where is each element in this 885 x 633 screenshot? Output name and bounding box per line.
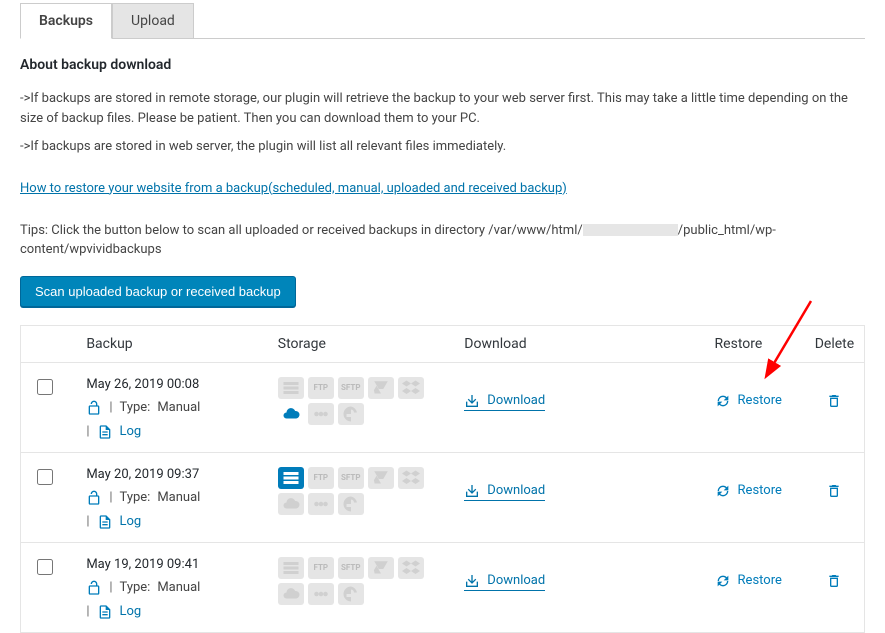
separator: | <box>86 514 89 529</box>
desc-remote: ->If backups are stored in remote storag… <box>20 89 865 128</box>
delete-button[interactable] <box>826 573 842 589</box>
download-button[interactable]: Download <box>464 573 545 591</box>
document-icon <box>97 604 113 620</box>
ftp-icon: FTP <box>308 467 334 489</box>
refresh-icon <box>715 573 731 589</box>
unlock-icon <box>86 580 102 596</box>
dropbox-icon <box>398 557 424 579</box>
restore-button[interactable]: Restore <box>715 573 782 589</box>
dropbox-icon <box>398 377 424 399</box>
log-link[interactable]: Log <box>120 514 142 529</box>
separator: | <box>109 400 112 415</box>
col-header-delete: Delete <box>805 336 864 352</box>
download-label: Download <box>487 393 545 408</box>
restore-button[interactable]: Restore <box>715 393 782 409</box>
trash-icon <box>826 483 842 499</box>
gdrive-icon <box>368 557 394 579</box>
refresh-icon <box>715 483 731 499</box>
download-icon <box>464 393 480 409</box>
section-title: About backup download <box>20 57 865 73</box>
scan-button[interactable]: Scan uploaded backup or received backup <box>20 276 296 307</box>
table-row: May 19, 2019 09:41 | Type: Manual | Log … <box>21 542 864 632</box>
sftp-icon: SFTP <box>338 467 364 489</box>
backup-date: May 20, 2019 09:37 <box>86 467 261 482</box>
col-header-restore: Restore <box>707 336 805 352</box>
cloud-icon <box>278 493 304 515</box>
separator: | <box>86 604 89 619</box>
backup-table: May 26, 2019 00:08 | Type: Manual | Log … <box>20 363 865 633</box>
col-header-storage: Storage <box>270 336 457 352</box>
type-value: Manual <box>157 580 200 595</box>
trash-icon <box>826 393 842 409</box>
trash-icon <box>826 573 842 589</box>
row-checkbox[interactable] <box>37 379 53 395</box>
ftp-icon: FTP <box>308 557 334 579</box>
unlock-icon <box>86 490 102 506</box>
download-label: Download <box>487 483 545 498</box>
aws-icon <box>308 403 334 425</box>
tips-prefix: Tips: Click the button below to scan all… <box>20 223 583 238</box>
aws-icon <box>308 493 334 515</box>
document-icon <box>97 424 113 440</box>
cloud-icon <box>278 583 304 605</box>
dropbox-icon <box>398 467 424 489</box>
backup-date: May 19, 2019 09:41 <box>86 557 261 572</box>
download-button[interactable]: Download <box>464 393 545 411</box>
restore-label: Restore <box>738 483 782 498</box>
separator: | <box>86 424 89 439</box>
type-label: Type: <box>120 490 151 505</box>
download-button[interactable]: Download <box>464 483 545 501</box>
download-icon <box>464 573 480 589</box>
ftp-icon: FTP <box>308 377 334 399</box>
local-storage-icon <box>278 557 304 579</box>
tabs-container: Backups Upload <box>20 3 865 39</box>
aws-icon <box>308 583 334 605</box>
download-label: Download <box>487 573 545 588</box>
restore-label: Restore <box>738 393 782 408</box>
type-label: Type: <box>120 580 151 595</box>
table-header: Backup Storage Download Restore Delete <box>20 325 865 363</box>
do-icon <box>338 583 364 605</box>
row-checkbox[interactable] <box>37 469 53 485</box>
local-storage-icon <box>278 467 304 489</box>
separator: | <box>109 490 112 505</box>
delete-button[interactable] <box>826 393 842 409</box>
redacted-path <box>583 224 678 236</box>
how-to-restore-link[interactable]: How to restore your website from a backu… <box>20 181 567 196</box>
type-value: Manual <box>157 400 200 415</box>
download-icon <box>464 483 480 499</box>
restore-button[interactable]: Restore <box>715 483 782 499</box>
document-icon <box>97 514 113 530</box>
gdrive-icon <box>368 377 394 399</box>
sftp-icon: SFTP <box>338 557 364 579</box>
tab-upload[interactable]: Upload <box>112 3 194 39</box>
log-link[interactable]: Log <box>120 604 142 619</box>
local-storage-icon <box>278 377 304 399</box>
gdrive-icon <box>368 467 394 489</box>
tips-text: Tips: Click the button below to scan all… <box>20 221 865 260</box>
unlock-icon <box>86 400 102 416</box>
sftp-icon: SFTP <box>338 377 364 399</box>
tab-backups[interactable]: Backups <box>20 3 112 39</box>
row-checkbox[interactable] <box>37 559 53 575</box>
refresh-icon <box>715 393 731 409</box>
col-header-backup: Backup <box>78 336 269 352</box>
desc-local: ->If backups are stored in web server, t… <box>20 137 865 157</box>
do-icon <box>338 403 364 425</box>
do-icon <box>338 493 364 515</box>
col-header-download: Download <box>456 336 706 352</box>
delete-button[interactable] <box>826 483 842 499</box>
type-label: Type: <box>120 400 151 415</box>
cloud-icon <box>278 403 304 425</box>
separator: | <box>109 580 112 595</box>
table-row: May 26, 2019 00:08 | Type: Manual | Log … <box>21 363 864 452</box>
type-value: Manual <box>157 490 200 505</box>
table-row: May 20, 2019 09:37 | Type: Manual | Log … <box>21 452 864 542</box>
backup-date: May 26, 2019 00:08 <box>86 377 261 392</box>
restore-label: Restore <box>738 573 782 588</box>
log-link[interactable]: Log <box>120 424 142 439</box>
